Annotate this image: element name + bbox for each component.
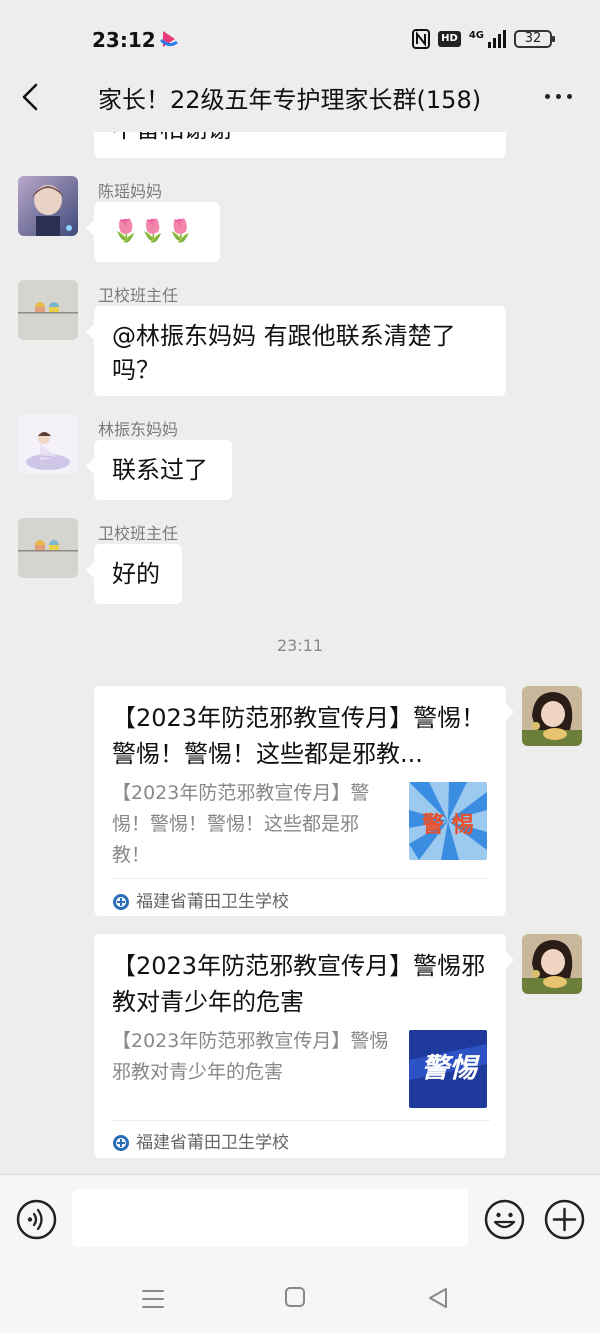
system-nav-bar: [0, 1260, 600, 1333]
link-card-description: 【2023年防范邪教宣传月】警惕！警惕！警惕！这些都是邪教！: [112, 782, 370, 866]
link-card-thumbnail: 警 惕: [409, 782, 487, 860]
link-card-description: 【2023年防范邪教宣传月】警惕邪教对青少年的危害: [112, 1030, 389, 1083]
school-logo-icon: [113, 1135, 129, 1151]
link-card-title: 【2023年防范邪教宣传月】警惕！警惕！警惕！这些都是邪教...: [112, 704, 486, 768]
card-divider: [112, 1120, 490, 1121]
chat-title: 家长！22级五年专护理家长群(158): [98, 86, 482, 114]
sender-name: 卫校班主任: [98, 286, 179, 305]
message-bubble[interactable]: 🌷🌷🌷: [86, 202, 220, 262]
battery-icon: 32: [514, 30, 555, 48]
app-badge-icon: [159, 31, 178, 47]
message-bubble[interactable]: 联系过了: [86, 440, 232, 500]
back-arrow-icon[interactable]: [18, 82, 42, 112]
link-card-source: 福建省莆田卫生学校: [112, 885, 289, 919]
svg-text:警 惕: 警 惕: [421, 813, 474, 838]
avatar[interactable]: [18, 176, 78, 236]
plus-icon[interactable]: [544, 1199, 585, 1240]
svg-text:警惕: 警惕: [421, 1053, 480, 1084]
link-card-source-label: 福建省莆田卫生学校: [136, 1133, 289, 1153]
recent-apps-icon[interactable]: [141, 1288, 165, 1310]
home-icon[interactable]: [284, 1286, 306, 1308]
message-text: @林振东妈妈 有跟他联系清楚了吗？: [112, 322, 456, 384]
avatar[interactable]: [522, 686, 582, 746]
link-card-source-label: 福建省莆田卫生学校: [136, 892, 289, 912]
hd-icon: HD: [438, 31, 461, 47]
link-card-source: 福建省莆田卫生学校: [112, 1126, 289, 1160]
link-card-title: 【2023年防范邪教宣传月】警惕邪教对青少年的危害: [112, 952, 486, 1016]
chat-header: 家长！22级五年专护理家长群(158): [0, 60, 600, 132]
message-text: 🌷🌷🌷: [112, 219, 195, 244]
message-bubble[interactable]: 好的: [86, 544, 182, 604]
status-icons: HD 4G 32: [412, 28, 555, 50]
link-card[interactable]: 【2023年防范邪教宣传月】警惕邪教对青少年的危害 【2023年防范邪教宣传月】…: [94, 934, 514, 1160]
message-text: 不留相谢谢: [112, 132, 232, 143]
sender-name: 卫校班主任: [98, 524, 179, 543]
sender-name: 林振东妈妈: [98, 420, 179, 439]
message-bubble[interactable]: 不留相谢谢: [94, 132, 506, 158]
message-input[interactable]: [72, 1189, 468, 1247]
message-text: 联系过了: [112, 456, 208, 484]
emoji-icon[interactable]: [484, 1199, 525, 1240]
avatar[interactable]: [522, 934, 582, 994]
message-input-bar: [0, 1174, 600, 1260]
avatar[interactable]: [18, 518, 78, 578]
school-logo-icon: [113, 894, 129, 910]
more-options-icon[interactable]: [545, 94, 572, 99]
nfc-icon: [412, 29, 431, 49]
signal-icon: 4G: [469, 30, 506, 48]
link-card[interactable]: 【2023年防范邪教宣传月】警惕！警惕！警惕！这些都是邪教... 【2023年防…: [94, 686, 514, 919]
chat-messages[interactable]: 不留相谢谢 陈瑶妈妈 🌷🌷🌷: [0, 132, 600, 1174]
sender-name: 陈瑶妈妈: [98, 182, 163, 201]
message-text: 好的: [112, 560, 160, 588]
voice-input-icon[interactable]: [16, 1199, 57, 1240]
link-card-thumbnail: 警惕: [409, 1030, 487, 1108]
message-bubble[interactable]: @林振东妈妈 有跟他联系清楚了吗？: [86, 306, 506, 396]
avatar[interactable]: [18, 280, 78, 340]
message-timestamp: 23:11: [276, 636, 324, 655]
status-time: 23:12: [92, 28, 156, 52]
card-divider: [112, 878, 490, 879]
avatar[interactable]: [18, 414, 78, 474]
back-triangle-icon[interactable]: [426, 1286, 450, 1310]
